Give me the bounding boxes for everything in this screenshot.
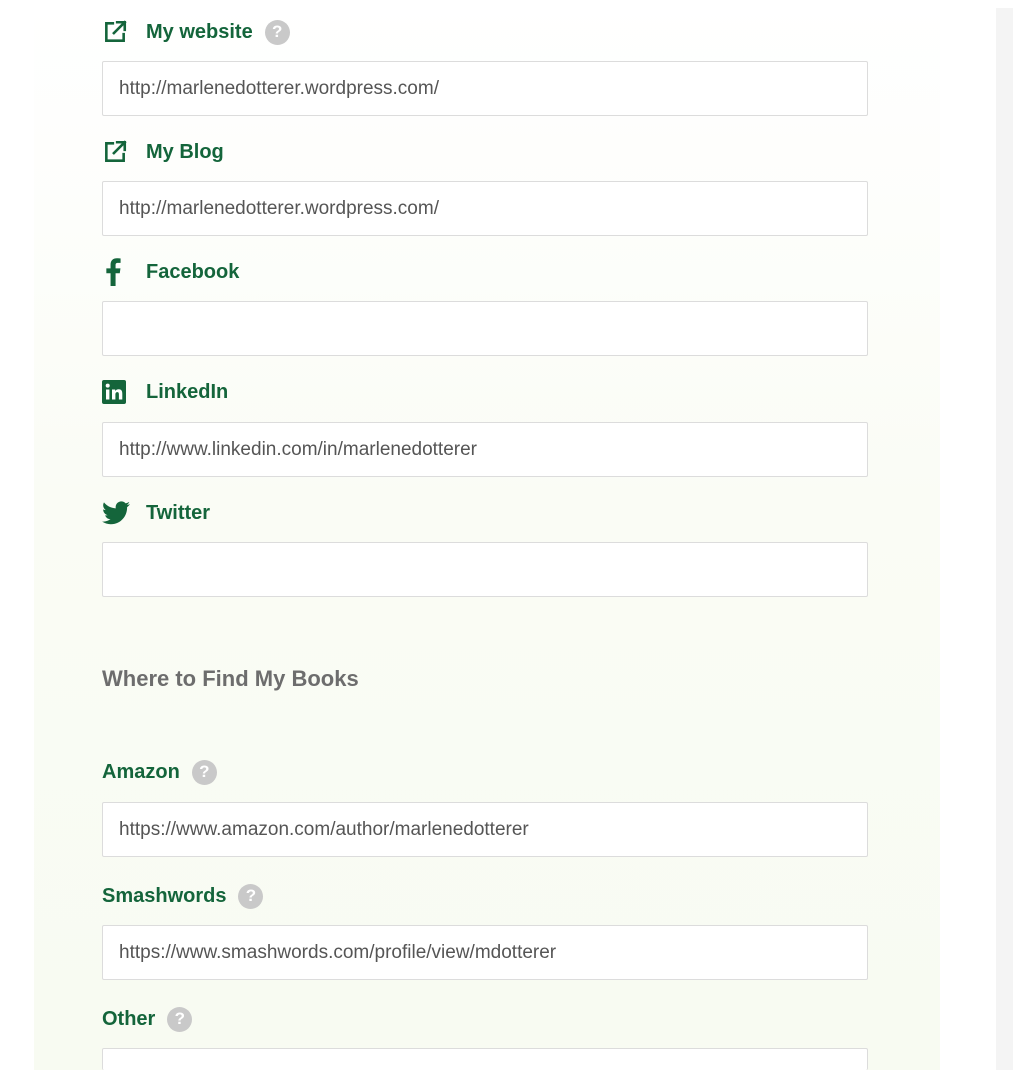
- amazon-input[interactable]: [102, 802, 868, 857]
- twitter-icon: [102, 498, 134, 528]
- other-label-text: Other: [102, 1007, 156, 1030]
- website-label: My website ?: [102, 17, 290, 47]
- smashwords-input[interactable]: [102, 925, 868, 980]
- twitter-label: Twitter: [102, 498, 210, 528]
- external-link-icon: [102, 17, 134, 47]
- smashwords-label: Smashwords ?: [102, 881, 264, 911]
- amazon-help-icon[interactable]: ?: [191, 759, 217, 785]
- facebook-label-text: Facebook: [146, 260, 240, 283]
- website-help-icon[interactable]: ?: [264, 19, 290, 45]
- where-to-find-books-heading: Where to Find My Books: [102, 666, 359, 691]
- amazon-label-text: Amazon: [102, 760, 180, 783]
- scrollbar-track[interactable]: [996, 8, 1013, 1070]
- amazon-label: Amazon ?: [102, 757, 217, 787]
- blog-input[interactable]: [102, 181, 868, 236]
- blog-label-text: My Blog: [146, 140, 224, 163]
- twitter-input[interactable]: [102, 542, 868, 597]
- linkedin-input[interactable]: [102, 422, 868, 477]
- facebook-label: Facebook: [102, 257, 239, 287]
- linkedin-label-text: LinkedIn: [146, 380, 229, 403]
- facebook-icon: [102, 257, 134, 287]
- smashwords-help-icon[interactable]: ?: [238, 883, 264, 909]
- external-link-icon: [102, 137, 134, 167]
- other-help-icon[interactable]: ?: [167, 1006, 193, 1032]
- other-label: Other ?: [102, 1004, 193, 1034]
- website-label-text: My website: [146, 20, 253, 43]
- smashwords-label-text: Smashwords: [102, 884, 227, 907]
- facebook-input[interactable]: [102, 301, 868, 356]
- blog-label: My Blog: [102, 137, 224, 167]
- other-input[interactable]: [102, 1048, 868, 1070]
- linkedin-label: LinkedIn: [102, 377, 228, 407]
- twitter-label-text: Twitter: [146, 501, 211, 524]
- website-input[interactable]: [102, 61, 868, 116]
- linkedin-icon: [102, 377, 134, 407]
